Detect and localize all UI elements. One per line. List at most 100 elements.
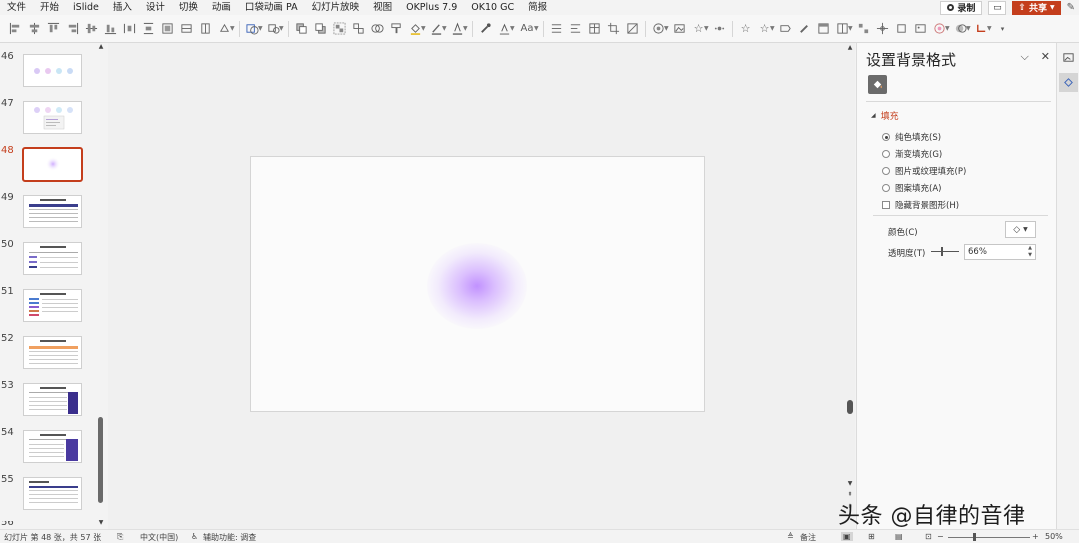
reading-view-icon[interactable]: ▤ bbox=[895, 532, 903, 541]
label-icon[interactable] bbox=[776, 19, 795, 38]
record-button[interactable]: 录制 bbox=[940, 0, 983, 15]
menu-file[interactable]: 文件 bbox=[0, 0, 33, 15]
radio-selected[interactable] bbox=[882, 133, 890, 141]
menu-home[interactable]: 开始 bbox=[33, 0, 66, 15]
menu-design[interactable]: 设计 bbox=[139, 0, 172, 15]
zoom-out-icon[interactable]: − bbox=[937, 532, 944, 541]
align-left-icon[interactable] bbox=[6, 19, 25, 38]
font-color-dropdown-icon[interactable]: ▼ bbox=[463, 25, 469, 32]
align-center-icon[interactable] bbox=[25, 19, 44, 38]
scrollbar-thumb[interactable] bbox=[847, 400, 853, 414]
transparency-input[interactable]: 66% ▲ ▼ bbox=[964, 244, 1036, 260]
ungroup-icon[interactable] bbox=[349, 19, 368, 38]
color-picker-button[interactable]: ◇ ▼ bbox=[1005, 221, 1036, 238]
menu-okplus[interactable]: OKPlus 7.9 bbox=[399, 0, 464, 15]
menu-animations[interactable]: 动画 bbox=[205, 0, 238, 15]
slide-thumbnail[interactable] bbox=[23, 430, 82, 463]
component-icon[interactable] bbox=[854, 19, 873, 38]
spellcheck-icon[interactable]: ⎘ bbox=[117, 532, 123, 542]
zoom-in-icon[interactable]: + bbox=[1032, 532, 1039, 541]
checkbox[interactable] bbox=[882, 201, 890, 209]
fill-tab-icon[interactable] bbox=[868, 75, 887, 94]
notes-button[interactable]: 备注 bbox=[800, 532, 816, 543]
thumbnail-row[interactable]: 48 bbox=[0, 145, 100, 185]
eyedropper-icon[interactable] bbox=[476, 19, 495, 38]
layout-icon[interactable] bbox=[814, 19, 833, 38]
toolbar-more-icon[interactable]: ▾ bbox=[993, 19, 1012, 38]
thumbnail-row[interactable]: 49 bbox=[0, 192, 100, 232]
notes-icon[interactable]: ≜ bbox=[787, 532, 794, 541]
slide-thumbnail[interactable] bbox=[23, 54, 82, 87]
slide-thumbnail[interactable] bbox=[23, 195, 82, 228]
current-slide[interactable] bbox=[250, 156, 705, 412]
normal-view-icon[interactable]: ▣ bbox=[841, 532, 853, 541]
scroll-down-icon[interactable]: ▼ bbox=[846, 480, 854, 487]
table-icon[interactable] bbox=[585, 19, 604, 38]
menu-view[interactable]: 视图 bbox=[366, 0, 399, 15]
slide-editing-area[interactable] bbox=[108, 43, 848, 529]
thumbnail-row[interactable]: 46 bbox=[0, 51, 100, 91]
fill-section-header[interactable]: ◢ 填充 bbox=[871, 109, 899, 122]
hide-background-option[interactable]: 隐藏背景图形(H) bbox=[882, 199, 959, 211]
menu-slideshow[interactable]: 幻灯片放映 bbox=[305, 0, 367, 15]
send-backward-icon[interactable] bbox=[311, 19, 330, 38]
picture-fill-option[interactable]: 图片或纹理填充(P) bbox=[882, 165, 966, 177]
zoom-level[interactable]: 50% bbox=[1045, 532, 1063, 541]
menu-insert[interactable]: 插入 bbox=[106, 0, 139, 15]
slide-thumbnail[interactable] bbox=[23, 383, 82, 416]
font-size-dropdown-icon[interactable]: ▼ bbox=[534, 25, 540, 32]
accessibility-status[interactable]: 辅助功能: 调查 bbox=[203, 532, 256, 543]
slide-thumbnail[interactable] bbox=[23, 289, 82, 322]
radio[interactable] bbox=[882, 184, 890, 192]
pattern-icon[interactable] bbox=[623, 19, 642, 38]
align-middle-icon[interactable] bbox=[82, 19, 101, 38]
language-indicator[interactable]: 中文(中国) bbox=[140, 532, 178, 543]
menu-ok10[interactable]: OK10 GC bbox=[464, 0, 521, 15]
slide-thumbnail[interactable] bbox=[23, 242, 82, 275]
editor-vertical-scrollbar[interactable]: ▲ ▼ ⇞ ⇟ bbox=[845, 43, 855, 529]
pattern-fill-option[interactable]: 图案填充(A) bbox=[882, 182, 941, 194]
thumbnail-scrollbar[interactable]: ▲ ▼ bbox=[97, 43, 105, 529]
menu-islide[interactable]: iSlide bbox=[66, 0, 106, 15]
solid-fill-option[interactable]: 纯色填充(S) bbox=[882, 131, 941, 143]
align-right-icon[interactable] bbox=[63, 19, 82, 38]
scroll-up-icon[interactable]: ▲ bbox=[846, 44, 854, 51]
thumbnail-row[interactable]: 51 bbox=[0, 286, 100, 326]
same-size-icon[interactable] bbox=[158, 19, 177, 38]
slide-sorter-icon[interactable]: ⊞ bbox=[868, 532, 875, 541]
radio[interactable] bbox=[882, 150, 890, 158]
move-icon[interactable] bbox=[873, 19, 892, 38]
merge-shapes-icon[interactable] bbox=[368, 19, 387, 38]
thumbnail-row[interactable]: 50 bbox=[0, 239, 100, 279]
pen-icon[interactable]: ✎ bbox=[1067, 2, 1075, 13]
thumbnail-row[interactable]: 54 bbox=[0, 427, 100, 467]
menu-pocket-animation[interactable]: 口袋动画 PA bbox=[238, 0, 305, 15]
align-bottom-icon[interactable] bbox=[101, 19, 120, 38]
transparency-slider-thumb[interactable] bbox=[941, 247, 943, 256]
favorite-star-icon[interactable]: ☆ bbox=[736, 19, 755, 38]
thumbnail-row[interactable]: 52 bbox=[0, 333, 100, 373]
format-painter-icon[interactable] bbox=[387, 19, 406, 38]
radio[interactable] bbox=[882, 167, 890, 175]
same-width-icon[interactable] bbox=[177, 19, 196, 38]
spinner-icon[interactable]: ▲ ▼ bbox=[1028, 245, 1032, 259]
image-icon[interactable] bbox=[670, 19, 689, 38]
accessibility-icon[interactable]: ♿ bbox=[191, 532, 198, 541]
bring-forward-icon[interactable] bbox=[292, 19, 311, 38]
thumbnail-row[interactable]: 53 bbox=[0, 380, 100, 420]
paragraph-icon[interactable] bbox=[566, 19, 585, 38]
box-icon[interactable] bbox=[892, 19, 911, 38]
same-height-icon[interactable] bbox=[196, 19, 215, 38]
shape-outline-dropdown-icon[interactable]: ▼ bbox=[279, 25, 285, 32]
slide-thumbnail[interactable] bbox=[23, 477, 82, 510]
pane-options-icon[interactable]: ⌵ bbox=[1020, 50, 1028, 64]
close-icon[interactable]: ✕ bbox=[1041, 50, 1050, 64]
picture-icon[interactable] bbox=[911, 19, 930, 38]
purple-glow-shape[interactable] bbox=[427, 243, 527, 329]
crop-icon[interactable] bbox=[604, 19, 623, 38]
thumbnail-row[interactable]: 47 bbox=[0, 98, 100, 138]
slideshow-icon[interactable]: ⊡ bbox=[925, 532, 932, 541]
menu-transitions[interactable]: 切换 bbox=[172, 0, 205, 15]
scrollbar-thumb[interactable] bbox=[98, 417, 103, 503]
line-spacing-icon[interactable] bbox=[547, 19, 566, 38]
